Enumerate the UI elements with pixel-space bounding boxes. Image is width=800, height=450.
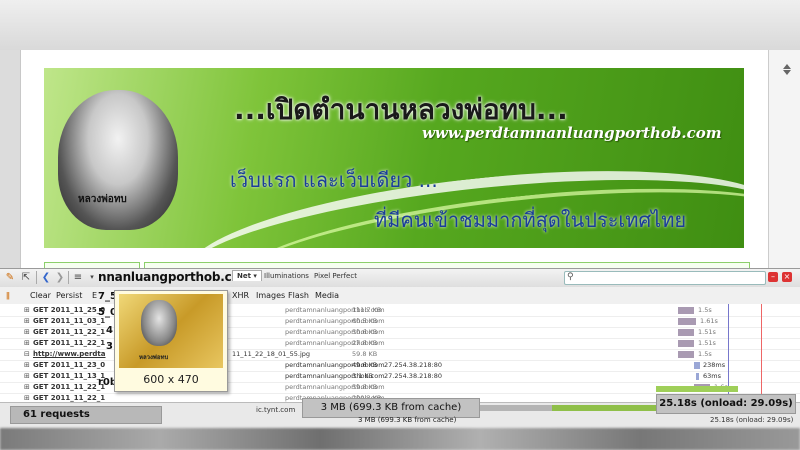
banner-tagline-1: เว็บแรก และเว็บเดียว ... xyxy=(230,168,438,192)
timeline-bar xyxy=(678,329,694,336)
request-url: GET 2011_11_03_1 xyxy=(33,317,106,325)
banner-url: www.perdtamnanluangporthob.com xyxy=(422,124,722,142)
browser-chrome xyxy=(0,0,800,50)
total-time-small: 25.18s (onload: 29.09s) xyxy=(710,416,794,424)
request-url: http://www.perdta xyxy=(33,350,106,358)
expand-icon[interactable]: ⊞ xyxy=(24,361,30,369)
clear-button[interactable]: Clear xyxy=(30,291,51,300)
timeline-summary-bar xyxy=(656,386,738,392)
vertical-scrollbar[interactable] xyxy=(768,50,800,268)
tab-net-label: Net xyxy=(237,272,251,280)
timeline-bar xyxy=(694,362,700,369)
request-time: 1.5s xyxy=(698,350,712,358)
filter-media-button[interactable]: Media xyxy=(315,291,339,300)
expand-icon[interactable]: ⊞ xyxy=(24,317,30,325)
timeline-bar xyxy=(696,373,699,380)
request-ip: 27.254.38.218:80 xyxy=(384,372,443,380)
request-url: GET 2011_11_22_1 xyxy=(33,383,106,391)
tab-net[interactable]: Net ▾ xyxy=(232,270,262,281)
monk-portrait xyxy=(141,300,177,346)
dropdown-icon[interactable]: ▾ xyxy=(86,272,98,283)
site-banner: หลวงพ่อทบ ...เปิดตำนานหลวงพ่อทบ... www.p… xyxy=(44,68,744,248)
total-time: 25.18s (onload: 29.09s) xyxy=(656,394,796,414)
request-domain: ic.tynt.com xyxy=(256,406,296,414)
expand-icon[interactable]: ⊞ xyxy=(24,339,30,347)
request-url: GET 2011_11_22_1 xyxy=(33,339,106,347)
image-preview-tooltip: หลวงพ่อทบ 600 x 470 xyxy=(114,290,228,392)
request-domain: 11_11_22_18_01_55.jpg xyxy=(232,350,310,358)
request-size: 50.6 KB xyxy=(352,328,378,336)
expand-icon[interactable]: ⊞ xyxy=(24,328,30,336)
filter-xhr-button[interactable]: XHR xyxy=(232,291,249,300)
tab-illuminations[interactable]: Illuminations xyxy=(264,272,309,280)
timeline-bar xyxy=(678,318,696,325)
filter-all-button[interactable]: E xyxy=(92,291,97,300)
request-url: GET 2011_11_25_0 xyxy=(33,306,106,314)
total-size-small: 3 MB (699.3 KB from cache) xyxy=(358,416,457,424)
pause-icon[interactable]: ǁ xyxy=(6,291,10,300)
request-url: GET 2011_11_23_0 xyxy=(33,361,106,369)
request-time: 1.5s xyxy=(698,306,712,314)
request-time: 238ms xyxy=(703,361,726,369)
menu-icon[interactable]: ≡ xyxy=(72,272,84,283)
close-icon[interactable]: × xyxy=(782,272,792,282)
total-size: 3 MB (699.3 KB from cache) xyxy=(302,398,480,418)
request-ip: 27.254.38.218:80 xyxy=(384,361,443,369)
forward-arrow-icon[interactable]: ❯ xyxy=(54,272,66,283)
request-count: 61 requests xyxy=(10,406,162,424)
banner-tagline-2: ที่มีคนเข้าชมมากที่สุดในประเทศไทย xyxy=(374,208,687,232)
filter-flash-button[interactable]: Flash xyxy=(288,291,309,300)
request-url: GET 2011_11_13_1 xyxy=(33,372,106,380)
expand-icon[interactable]: ⊞ xyxy=(24,372,30,380)
minimize-icon[interactable]: – xyxy=(768,272,778,282)
request-size: 3.1 KB xyxy=(352,372,374,380)
tab-pixel-perfect[interactable]: Pixel Perfect xyxy=(314,272,357,280)
request-size: 60.5 KB xyxy=(352,317,378,325)
expand-icon[interactable]: ⊞ xyxy=(24,306,30,314)
back-arrow-icon[interactable]: ❮ xyxy=(40,272,52,283)
search-icon: ⚲ xyxy=(567,272,574,282)
expand-icon[interactable]: ⊞ xyxy=(24,394,30,402)
onload-line xyxy=(761,304,762,402)
request-size: 59.8 KB xyxy=(352,383,378,391)
toolbar-divider xyxy=(36,271,37,284)
request-time: 1.51s xyxy=(698,339,716,347)
toolbar-divider xyxy=(68,271,69,284)
timeline-bar xyxy=(678,351,694,358)
request-time: 1.61s xyxy=(700,317,718,325)
request-url: GET 2011_11_22_1 xyxy=(33,394,106,402)
zoom-fragment: 4 xyxy=(106,325,113,336)
zoom-fragment: 3 xyxy=(106,341,113,352)
location-fragment: nnanluangporthob.com xyxy=(98,270,252,284)
request-size: 27.8 KB xyxy=(352,339,378,347)
timeline-bar xyxy=(678,340,694,347)
expand-icon[interactable]: ⊞ xyxy=(24,383,30,391)
expand-icon[interactable]: ⊟ xyxy=(24,350,30,358)
search-input[interactable]: ⚲ xyxy=(564,271,766,285)
request-size: 49.6 KB xyxy=(352,361,378,369)
inspect-icon[interactable]: ⇱ xyxy=(20,272,32,283)
scroll-up-icon[interactable] xyxy=(783,64,791,69)
thumbnail-caption: หลวงพ่อทบ xyxy=(139,354,169,361)
devtools-toolbar: ✎ ⇱ ❮ ❯ ≡ ▾ nnanluangporthob.com Net ▾ I… xyxy=(0,268,800,288)
request-time: 1.51s xyxy=(698,328,716,336)
taskbar xyxy=(0,428,800,450)
portrait-caption: หลวงพ่อทบ xyxy=(78,194,127,205)
request-time: 63ms xyxy=(703,372,721,380)
request-size: 111.7 KB xyxy=(352,306,382,314)
monk-portrait xyxy=(58,90,178,230)
timeline-bar xyxy=(678,307,694,314)
image-dimensions: 600 x 470 xyxy=(143,373,199,386)
request-size: 59.8 KB xyxy=(352,350,378,358)
timeline-summary-bar xyxy=(552,405,656,411)
chevron-down-icon: ▾ xyxy=(253,272,257,280)
image-thumbnail: หลวงพ่อทบ xyxy=(119,294,223,368)
request-url: GET 2011_11_22_1 xyxy=(33,328,106,336)
scroll-down-icon[interactable] xyxy=(783,70,791,75)
persist-button[interactable]: Persist xyxy=(56,291,82,300)
timeline-summary-bar xyxy=(480,405,552,411)
filter-images-button[interactable]: Images xyxy=(256,291,285,300)
firebug-icon[interactable]: ✎ xyxy=(4,272,16,283)
